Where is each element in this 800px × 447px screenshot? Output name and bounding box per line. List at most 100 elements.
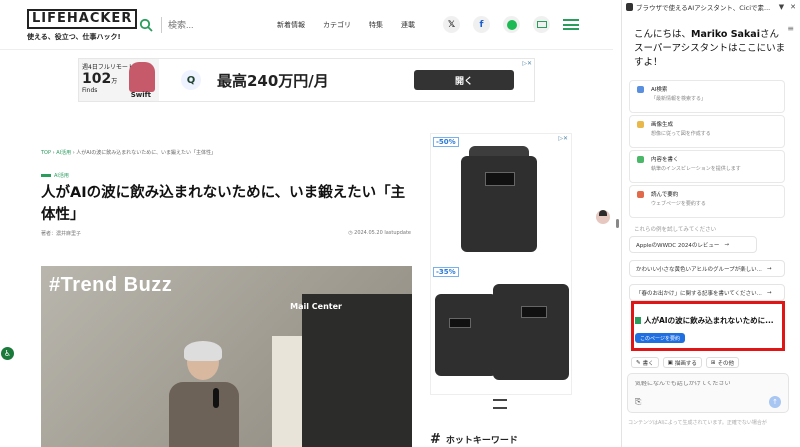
breadcrumb-separator: ›	[52, 150, 55, 156]
breadcrumb-category[interactable]: AI活用	[56, 150, 71, 156]
ad-thumb-brand: Swift	[130, 91, 151, 99]
tool-buttons: ✎ 書く ▣ 描画する ⊞ その他	[631, 357, 739, 368]
sidebar-ad[interactable]: ▷✕ -50% -35%	[430, 133, 572, 395]
summarize-page-button[interactable]: このページを要約	[635, 333, 685, 343]
feature-card-ai-search[interactable]: AI検索 「最新情報を検索する」	[629, 80, 785, 113]
arrow-right-icon: →	[766, 289, 772, 296]
speaker-hair	[184, 341, 222, 361]
pencil-icon: ✎	[636, 359, 641, 366]
feature-card-write[interactable]: 内容を書く 執筆のインスピレーションを提供します	[629, 150, 785, 183]
search-icon	[637, 86, 644, 93]
feature-card-summarize[interactable]: 読んで要約 ウェブページを要約する	[629, 185, 785, 218]
microphone	[213, 388, 219, 408]
tool-label: 書く	[642, 360, 654, 367]
draw-tool-button[interactable]: ▣ 描画する	[662, 357, 702, 368]
nav-item-features[interactable]: 特集	[369, 20, 383, 30]
accessibility-icon[interactable]: ♿	[1, 347, 14, 360]
greeting-suffix: さん	[759, 29, 779, 40]
ad-brand-logo: Q	[181, 70, 201, 90]
ad-headline: 最高240万円/月	[217, 71, 329, 90]
adchoices-icon[interactable]: ▷✕	[558, 135, 568, 142]
discount-badge-1: -50%	[433, 137, 459, 147]
product-image-1	[461, 156, 537, 252]
hot-keywords-heading: # ホットキーワード	[430, 432, 518, 447]
logo-tagline: 使える、役立つ、仕事ハック!	[27, 33, 121, 41]
chat-input-box: ⎘ ↑	[627, 373, 789, 413]
hamburger-menu-icon[interactable]	[563, 19, 579, 30]
site-header: LIFEHACKER 使える、役立つ、仕事ハック! 新着情報 カテゴリ 特集 連…	[0, 0, 613, 50]
hash-icon: #	[430, 432, 441, 447]
card-title: 読んで要約	[651, 192, 679, 198]
facebook-icon[interactable]: f	[473, 16, 490, 33]
assistant-avatar[interactable]	[596, 210, 610, 224]
suggestion-3[interactable]: 「春のお出かけ」に関する記事を書いてください... →	[629, 284, 785, 301]
greeting-line2: スーパーアシスタントはここにいますよ！	[634, 43, 786, 68]
suggestion-text: 「春のお出かけ」に関する記事を書いてください...	[636, 290, 762, 297]
ad-open-button[interactable]: 開く	[414, 70, 514, 90]
article-meta: 著者：濃井麻里子 ◷ 2024.05.20 lastupdate	[41, 230, 411, 237]
product-image-2	[435, 294, 497, 376]
panel-header: ブラウザで使えるAIアシスタント、Ciciで素... ▼ ✕	[622, 0, 800, 14]
card-title: 画像生成	[651, 122, 674, 128]
nav-item-category[interactable]: カテゴリ	[323, 20, 351, 30]
speaker-body	[169, 382, 239, 447]
image-icon	[637, 121, 644, 128]
ad-thumbnail: 週4日フルリモート 102万 Finds Swift	[79, 59, 159, 101]
search-input[interactable]	[161, 16, 241, 33]
send-icon[interactable]: ↑	[769, 396, 781, 408]
hero-door	[302, 294, 412, 447]
card-desc: 執筆のインスピレーションを提供します	[651, 166, 741, 172]
spotify-icon[interactable]	[503, 16, 520, 33]
breadcrumb-current: 人がAIの波に飲み込まれないために、いま鍛えたい「主体性」	[76, 150, 217, 156]
adchoices-icon[interactable]: ▷✕	[522, 60, 532, 67]
product-display-1	[485, 172, 515, 186]
page-summary-card[interactable]	[631, 301, 785, 351]
panel-title: ブラウザで使えるAIアシスタント、Ciciで素...	[636, 4, 771, 12]
suggestion-1[interactable]: AppleのWWDC 2024のレビュー →	[629, 236, 757, 253]
breadcrumb: TOP › AI活用 › 人がAIの波に飲み込まれないために、いま鍛えたい「主体…	[41, 149, 216, 156]
summary-title-text: 人がAIの波に飲み込まれないために...	[644, 316, 774, 325]
product-image-3	[493, 284, 569, 380]
product-display-2	[449, 318, 471, 328]
hero-sign: Mail Center	[290, 302, 342, 311]
breadcrumb-home[interactable]: TOP	[41, 150, 51, 156]
card-desc: ウェブページを要約する	[651, 201, 706, 207]
ad-person-image	[129, 62, 155, 92]
user-name: Mariko Sakai	[691, 29, 760, 40]
nav-item-new[interactable]: 新着情報	[277, 20, 305, 30]
product-display-3	[521, 306, 547, 318]
image-icon: ▣	[667, 359, 673, 366]
speaker-figure	[169, 341, 239, 447]
search-icon[interactable]	[139, 18, 153, 32]
article-author[interactable]: 著者：濃井麻里子	[41, 230, 81, 237]
category-tag[interactable]: AI活用	[41, 172, 69, 179]
article-date: ◷ 2024.05.20 lastupdate	[348, 230, 411, 236]
suggestion-2[interactable]: かわいい小さな黄色いアヒルのグループが楽しい... →	[629, 260, 785, 277]
pencil-icon	[637, 156, 644, 163]
ad-thumb-number: 102	[82, 71, 112, 87]
x-icon[interactable]: 𝕏	[443, 16, 460, 33]
write-tool-button[interactable]: ✎ 書く	[631, 357, 659, 368]
close-icon[interactable]: ✕	[790, 3, 796, 11]
arrow-right-icon: →	[766, 265, 772, 272]
pin-icon[interactable]: ▼	[779, 3, 784, 11]
panel-resize-handle[interactable]	[616, 219, 619, 228]
ai-disclaimer: コンテンツはAIによって生成されています。正確でない場合が	[628, 420, 767, 426]
hot-keywords-label: ホットキーワード	[445, 436, 518, 446]
card-title: AI検索	[651, 87, 668, 93]
more-tool-button[interactable]: ⊞ その他	[705, 357, 739, 368]
suggestion-text: AppleのWWDC 2024のレビュー	[636, 242, 720, 249]
feature-card-image-gen[interactable]: 画像生成 想像に従って図を作成する	[629, 115, 785, 148]
attach-icon[interactable]: ⎘	[635, 397, 641, 407]
breadcrumb-separator: ›	[72, 150, 75, 156]
top-banner-ad[interactable]: 週4日フルリモート 102万 Finds Swift Q 最高240万円/月 開…	[78, 58, 535, 102]
mail-icon[interactable]	[533, 16, 550, 33]
tag-label: AI活用	[54, 173, 69, 179]
nav-item-series[interactable]: 連載	[401, 20, 415, 30]
site-logo[interactable]: LIFEHACKER 使える、役立つ、仕事ハック!	[27, 7, 138, 42]
hero-wall	[272, 336, 302, 447]
ad-brand-mark	[493, 399, 507, 409]
chat-input[interactable]	[635, 381, 775, 387]
suggestions-label: これらの例を試してみてください	[634, 227, 717, 233]
greeting-prefix: こんにちは、	[634, 29, 692, 40]
